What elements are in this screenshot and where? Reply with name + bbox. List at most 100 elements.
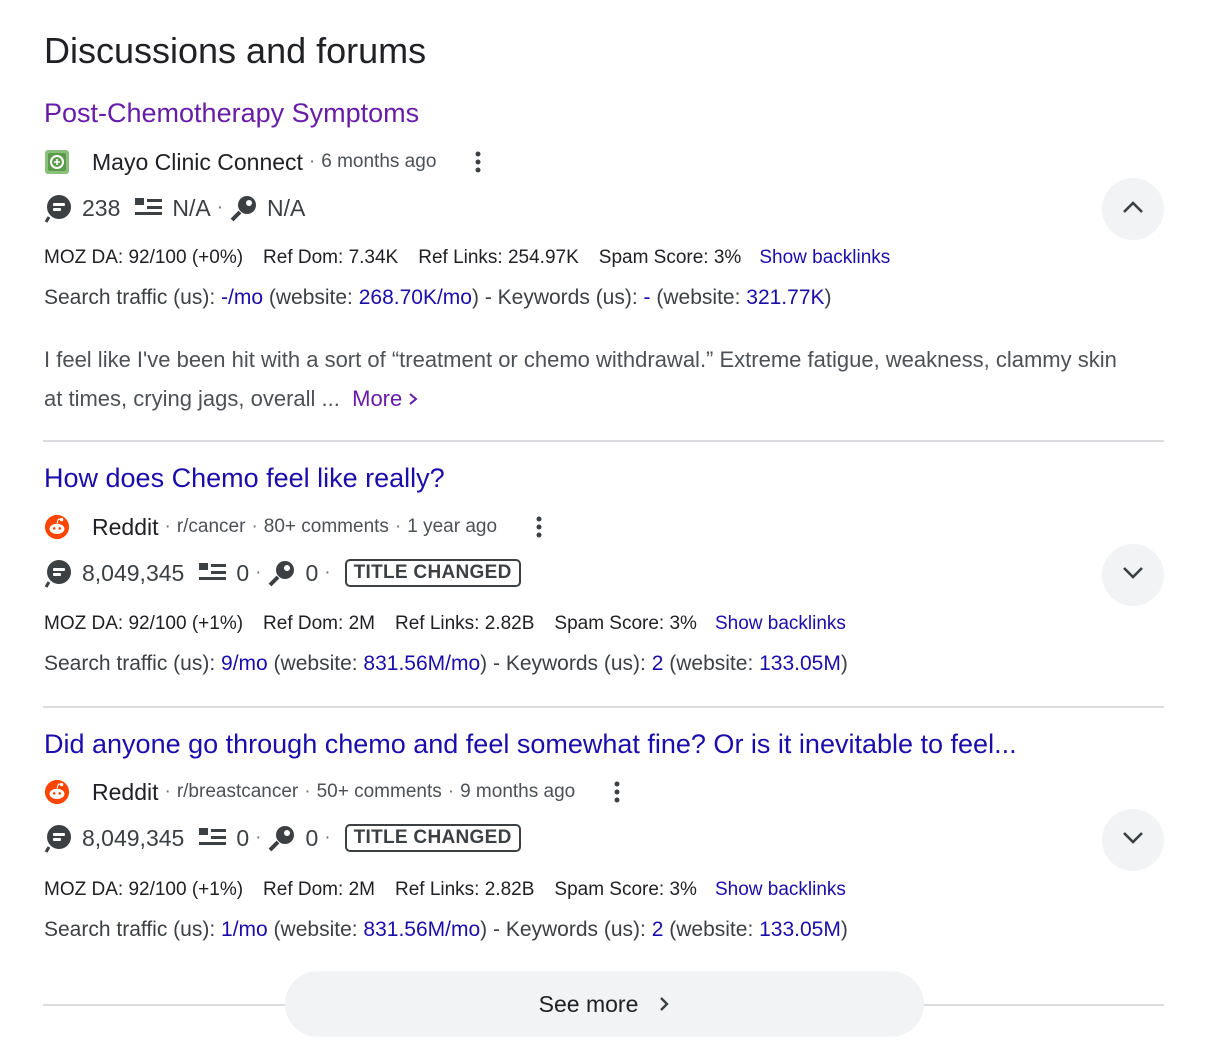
- subreddit: r/cancer: [176, 516, 246, 537]
- key-stat: 0: [305, 824, 319, 851]
- result-source-row: Mayo Clinic Connect · 6 months ago: [44, 147, 490, 177]
- source-name: Reddit: [92, 778, 159, 805]
- comment-count-meta: 80+ comments: [263, 516, 389, 537]
- collapse-button[interactable]: [1102, 178, 1164, 240]
- separator: ·: [304, 781, 311, 802]
- result-stats: 8,049,345 0 · 0 · TITLE CHANGED: [44, 556, 521, 590]
- key-stat: N/A: [267, 194, 306, 221]
- separator: ·: [164, 781, 171, 802]
- more-options-icon[interactable]: [527, 512, 551, 542]
- keywords-label: - Keywords (us):: [493, 918, 646, 941]
- reddit-icon: [44, 779, 70, 805]
- mayo-clinic-icon: [44, 149, 70, 175]
- source-name: Reddit: [92, 513, 159, 540]
- search-traffic: Search traffic (us): 1/mo (website: 831.…: [44, 918, 848, 942]
- chevron-down-icon: [1122, 831, 1144, 850]
- ref-links: Ref Links: 2.82B: [394, 879, 535, 900]
- traffic-value-link[interactable]: 1/mo: [221, 918, 268, 941]
- section-heading: Discussions and forums: [44, 30, 427, 71]
- show-backlinks-link[interactable]: Show backlinks: [759, 247, 890, 268]
- result-snippet: I feel like I've been hit with a sort of…: [44, 340, 1124, 418]
- subreddit: r/breastcancer: [176, 781, 299, 802]
- separator: ·: [324, 827, 331, 848]
- list-stat: 0: [236, 559, 250, 586]
- keywords-label: - Keywords (us):: [484, 286, 638, 309]
- comment-search-icon: [44, 558, 74, 588]
- moz-metrics: MOZ DA: 92/100 (+1%) Ref Dom: 2M Ref Links…: [44, 879, 846, 901]
- traffic-label: Search traffic (us):: [44, 918, 216, 941]
- separator: ·: [164, 516, 171, 537]
- divider: [43, 440, 1164, 442]
- traffic-value-link[interactable]: 9/mo: [221, 652, 268, 675]
- website-keywords-link[interactable]: 321.77K: [746, 286, 824, 309]
- title-changed-badge: TITLE CHANGED: [344, 824, 521, 852]
- moz-metrics: MOZ DA: 92/100 (+0%) Ref Dom: 7.34K Ref Li…: [44, 247, 890, 269]
- list-icon: [198, 826, 228, 850]
- result-stats: 238 N/A · N/A: [44, 191, 305, 225]
- result-source-row: Reddit · r/breastcancer · 50+ comments ·…: [44, 777, 629, 807]
- moz-da: MOZ DA: 92/100 (+1%): [44, 879, 244, 900]
- paren: ): [840, 652, 848, 675]
- result-source-row: Reddit · r/cancer · 80+ comments · 1 yea…: [44, 512, 551, 542]
- reddit-icon: [44, 514, 70, 540]
- divider: [43, 706, 1164, 708]
- paren: ): [824, 286, 832, 309]
- post-age: 1 year ago: [407, 516, 498, 537]
- separator: ·: [251, 516, 258, 537]
- comment-count-meta: 50+ comments: [316, 781, 442, 802]
- website-label: (website:: [669, 652, 754, 675]
- spam-score: Spam Score: 3%: [554, 613, 697, 634]
- keywords-value-link[interactable]: 2: [652, 652, 664, 675]
- see-more-button[interactable]: See more: [285, 971, 924, 1037]
- website-label: (website:: [273, 918, 358, 941]
- traffic-value-link[interactable]: -/mo: [221, 286, 263, 309]
- keywords-label: - Keywords (us):: [493, 652, 646, 675]
- paren: ): [471, 286, 479, 309]
- source-name: Mayo Clinic Connect: [92, 148, 303, 175]
- result-title[interactable]: Did anyone go through chemo and feel som…: [44, 729, 1017, 760]
- more-options-icon[interactable]: [605, 777, 629, 807]
- ref-dom: Ref Dom: 2M: [263, 879, 375, 900]
- keywords-value-link[interactable]: -: [644, 286, 651, 309]
- ref-links: Ref Links: 254.97K: [418, 247, 579, 268]
- ref-links: Ref Links: 2.82B: [394, 613, 535, 634]
- more-link[interactable]: More: [352, 386, 418, 411]
- keywords-value-link[interactable]: 2: [652, 918, 664, 941]
- key-icon: [267, 558, 297, 588]
- show-backlinks-link[interactable]: Show backlinks: [715, 613, 846, 634]
- separator: ·: [255, 562, 262, 583]
- separator: ·: [394, 516, 402, 537]
- website-traffic-link[interactable]: 831.56M/mo: [363, 918, 480, 941]
- expand-button[interactable]: [1102, 544, 1164, 606]
- separator: ·: [216, 197, 224, 218]
- comment-count: 238: [82, 194, 121, 221]
- website-keywords-link[interactable]: 133.05M: [759, 918, 841, 941]
- snippet-text: I feel like I've been hit with a sort of…: [44, 347, 1117, 411]
- website-keywords-link[interactable]: 133.05M: [759, 652, 841, 675]
- website-traffic-link[interactable]: 831.56M/mo: [363, 652, 480, 675]
- traffic-label: Search traffic (us):: [44, 286, 216, 309]
- show-backlinks-link[interactable]: Show backlinks: [715, 879, 846, 900]
- post-age: 6 months ago: [321, 151, 437, 172]
- moz-da: MOZ DA: 92/100 (+0%): [44, 247, 244, 268]
- separator: ·: [324, 562, 331, 583]
- expand-button[interactable]: [1102, 809, 1164, 871]
- paren: ): [840, 918, 848, 941]
- result-stats: 8,049,345 0 · 0 · TITLE CHANGED: [44, 821, 521, 855]
- ref-dom: Ref Dom: 2M: [263, 613, 375, 634]
- comment-search-icon: [44, 193, 74, 223]
- separator: ·: [447, 781, 455, 802]
- ref-dom: Ref Dom: 7.34K: [263, 247, 399, 268]
- spam-score: Spam Score: 3%: [598, 247, 742, 268]
- website-label: (website:: [268, 286, 353, 309]
- website-traffic-link[interactable]: 268.70K/mo: [359, 286, 472, 309]
- result-title[interactable]: How does Chemo feel like really?: [44, 463, 445, 494]
- result-title[interactable]: Post-Chemotherapy Symptoms: [44, 98, 419, 129]
- more-options-icon[interactable]: [466, 147, 490, 177]
- see-more-label: See more: [538, 990, 639, 1017]
- paren: ): [480, 652, 488, 675]
- website-label: (website:: [656, 286, 741, 309]
- moz-metrics: MOZ DA: 92/100 (+1%) Ref Dom: 2M Ref Links…: [44, 613, 846, 635]
- title-changed-badge: TITLE CHANGED: [344, 559, 521, 587]
- chevron-up-icon: [1122, 200, 1144, 219]
